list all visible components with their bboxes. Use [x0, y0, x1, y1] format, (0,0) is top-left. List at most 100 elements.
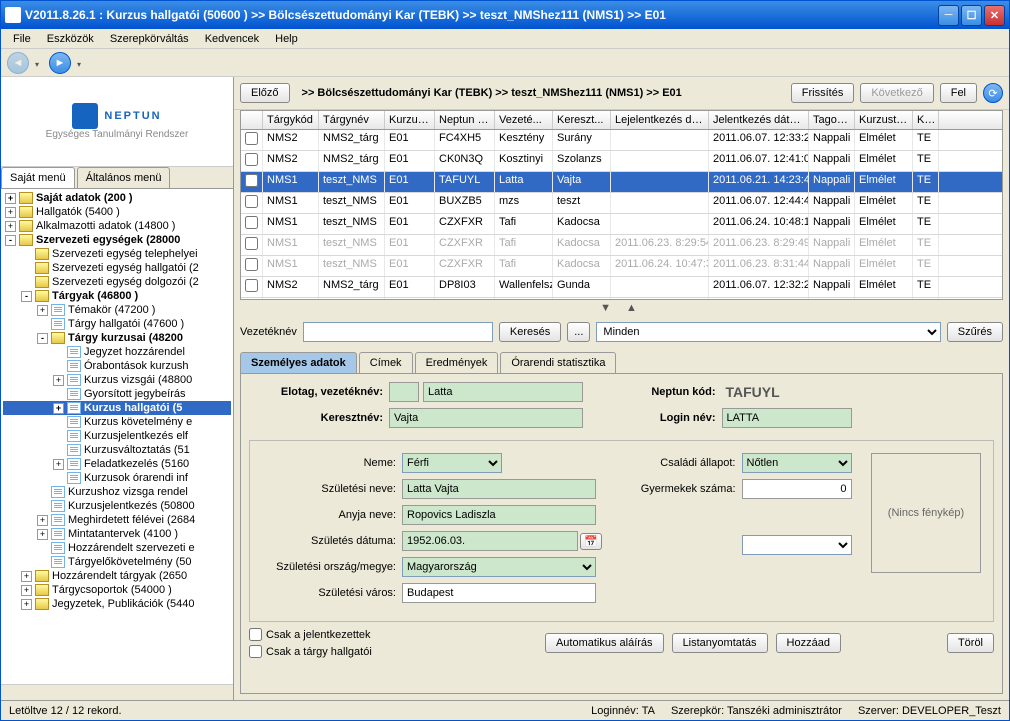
menu-roleswitch[interactable]: Szerepkörváltás [102, 31, 197, 47]
tree-item[interactable]: Kurzusok órarendi inf [3, 471, 231, 485]
maximize-button[interactable]: ☐ [961, 5, 982, 26]
tree-item[interactable]: +Feladatkezelés (5160 [3, 457, 231, 471]
filter-select[interactable]: Minden [596, 322, 940, 342]
column-header[interactable]: Vezeté... [495, 111, 553, 129]
table-row[interactable]: NMS1teszt_NMSE01CZXFXRTafiKadocsa2011.06… [241, 256, 1002, 277]
table-row[interactable]: NMS1teszt_NMSE01CZXFXRTafiKadocsa2011.06… [241, 214, 1002, 235]
column-header[interactable]: Tárgynév [319, 111, 385, 129]
tree-item[interactable]: Szervezeti egység telephelyei [3, 247, 231, 261]
add-button[interactable]: Hozzáad [776, 633, 841, 653]
row-checkbox[interactable] [245, 195, 258, 208]
only-course-checkbox[interactable] [249, 645, 262, 658]
search-input[interactable] [303, 322, 493, 342]
table-row[interactable]: NMS2NMS2_tárgE01DP8I03WallenfelszGunda20… [241, 277, 1002, 298]
tree-item[interactable]: +Mintatantervek (4100 ) [3, 527, 231, 541]
row-checkbox[interactable] [245, 279, 258, 292]
column-header[interactable]: Kép [913, 111, 939, 129]
row-checkbox[interactable] [245, 174, 258, 187]
tree-item[interactable]: +Kurzus vizsgái (48800 [3, 373, 231, 387]
table-row[interactable]: NMS1teszt_NMSE01BUXZB5mzsteszt2011.06.07… [241, 193, 1002, 214]
tree-item[interactable]: Hozzárendelt szervezeti e [3, 541, 231, 555]
filter-button[interactable]: Szűrés [947, 322, 1003, 342]
search-button[interactable]: Keresés [499, 322, 561, 342]
nav-back-button[interactable]: ◄ [7, 52, 29, 74]
row-checkbox[interactable] [245, 216, 258, 229]
city-input[interactable] [402, 583, 596, 603]
next-button[interactable]: Következő [860, 83, 933, 103]
tree-toggle-icon[interactable]: + [37, 305, 48, 316]
column-header[interactable]: Lejelentkezés dát... [611, 111, 709, 129]
tree-toggle-icon[interactable]: + [21, 585, 32, 596]
close-button[interactable]: ✕ [984, 5, 1005, 26]
tree-toggle-icon[interactable]: + [37, 529, 48, 540]
tree-item[interactable]: +Saját adatok (200 ) [3, 191, 231, 205]
country-select[interactable]: Magyarország [402, 557, 596, 577]
tree-item[interactable]: -Tárgyak (46800 ) [3, 289, 231, 303]
tree-item[interactable]: Jegyzet hozzárendel [3, 345, 231, 359]
prefix-input[interactable] [389, 382, 419, 402]
nav-forward-dropdown-icon[interactable] [77, 58, 87, 68]
row-checkbox[interactable] [245, 258, 258, 271]
tree-item[interactable]: Szervezeti egység dolgozói (2 [3, 275, 231, 289]
tree-item[interactable]: +Alkalmazotti adatok (14800 ) [3, 219, 231, 233]
tree-item[interactable]: Kurzus követelmény e [3, 415, 231, 429]
tree-item[interactable]: Kurzusjelentkezés (50800 [3, 499, 231, 513]
tree-item[interactable]: Kurzushoz vizsga rendel [3, 485, 231, 499]
tree-toggle-icon[interactable]: + [53, 375, 64, 386]
table-row[interactable]: NMS2NMS2_tárgE01FC4XH5KeszténySurány2011… [241, 130, 1002, 151]
menu-file[interactable]: File [5, 31, 39, 47]
gender-select[interactable]: Férfi [402, 453, 502, 473]
tab-schedule-stats[interactable]: Órarendi statisztika [500, 352, 616, 373]
tab-addresses[interactable]: Címek [359, 352, 413, 373]
firstname-input[interactable] [389, 408, 583, 428]
column-header[interactable]: Kurzustípus [855, 111, 913, 129]
column-header[interactable]: Tárgykód [263, 111, 319, 129]
tree-item[interactable]: Órabontások kurzush [3, 359, 231, 373]
tree-toggle-icon[interactable]: + [53, 403, 64, 414]
tree-toggle-icon[interactable]: - [5, 235, 16, 246]
nav-back-dropdown-icon[interactable] [35, 58, 45, 68]
tree-item[interactable]: +Meghirdetett félévei (2684 [3, 513, 231, 527]
only-applied-checkbox[interactable] [249, 628, 262, 641]
tree-item[interactable]: Kurzusváltoztatás (51 [3, 443, 231, 457]
tab-general-menu[interactable]: Általános menü [77, 167, 171, 188]
column-header[interactable] [241, 111, 263, 129]
marital-select[interactable]: Nőtlen [742, 453, 852, 473]
up-button[interactable]: Fel [940, 83, 977, 103]
mother-input[interactable] [402, 505, 596, 525]
row-checkbox[interactable] [245, 153, 258, 166]
tree-item[interactable]: +Tárgycsoportok (54000 ) [3, 583, 231, 597]
tree-item[interactable]: +Hozzárendelt tárgyak (2650 [3, 569, 231, 583]
grid-expand-handle[interactable]: ▼ ▲ [234, 300, 1009, 316]
tree-item[interactable]: Kurzusjelentkezés elf [3, 429, 231, 443]
tree-toggle-icon[interactable]: + [21, 599, 32, 610]
table-row[interactable]: NMS2NMS2_tárgE01CK0N3QKosztinyiSzolanzs2… [241, 151, 1002, 172]
tree-toggle-icon[interactable]: - [21, 291, 32, 302]
tab-results[interactable]: Eredmények [415, 352, 499, 373]
children-input[interactable] [742, 479, 852, 499]
column-header[interactable]: Kereszt... [553, 111, 611, 129]
search-more-button[interactable]: ... [567, 322, 590, 342]
column-header[interactable]: Tagozat [809, 111, 855, 129]
tree-toggle-icon[interactable]: + [5, 207, 16, 218]
tree-item[interactable]: Tárgy hallgatói (47600 ) [3, 317, 231, 331]
tree-hscroll[interactable] [1, 684, 233, 700]
menu-help[interactable]: Help [267, 31, 306, 47]
tree-item[interactable]: +Témakör (47200 ) [3, 303, 231, 317]
tree-toggle-icon[interactable]: - [37, 333, 48, 344]
grid-body[interactable]: NMS2NMS2_tárgE01FC4XH5KeszténySurány2011… [241, 130, 1002, 299]
minimize-button[interactable]: ─ [938, 5, 959, 26]
tree-toggle-icon[interactable]: + [5, 193, 16, 204]
tree-item[interactable]: +Kurzus hallgatói (5 [3, 401, 231, 415]
login-input[interactable] [722, 408, 852, 428]
navigation-tree[interactable]: +Saját adatok (200 )+Hallgatók (5400 )+A… [1, 189, 233, 684]
refresh-button[interactable]: Frissítés [791, 83, 855, 103]
calendar-icon[interactable]: 📅 [580, 533, 602, 550]
lastname-input[interactable] [423, 382, 583, 402]
tab-personal[interactable]: Személyes adatok [240, 352, 357, 373]
tree-toggle-icon[interactable]: + [21, 571, 32, 582]
row-checkbox[interactable] [245, 237, 258, 250]
tree-item[interactable]: +Jegyzetek, Publikációk (5440 [3, 597, 231, 611]
column-header[interactable]: Neptun kód [435, 111, 495, 129]
pin-icon[interactable]: ⟳ [983, 83, 1003, 103]
